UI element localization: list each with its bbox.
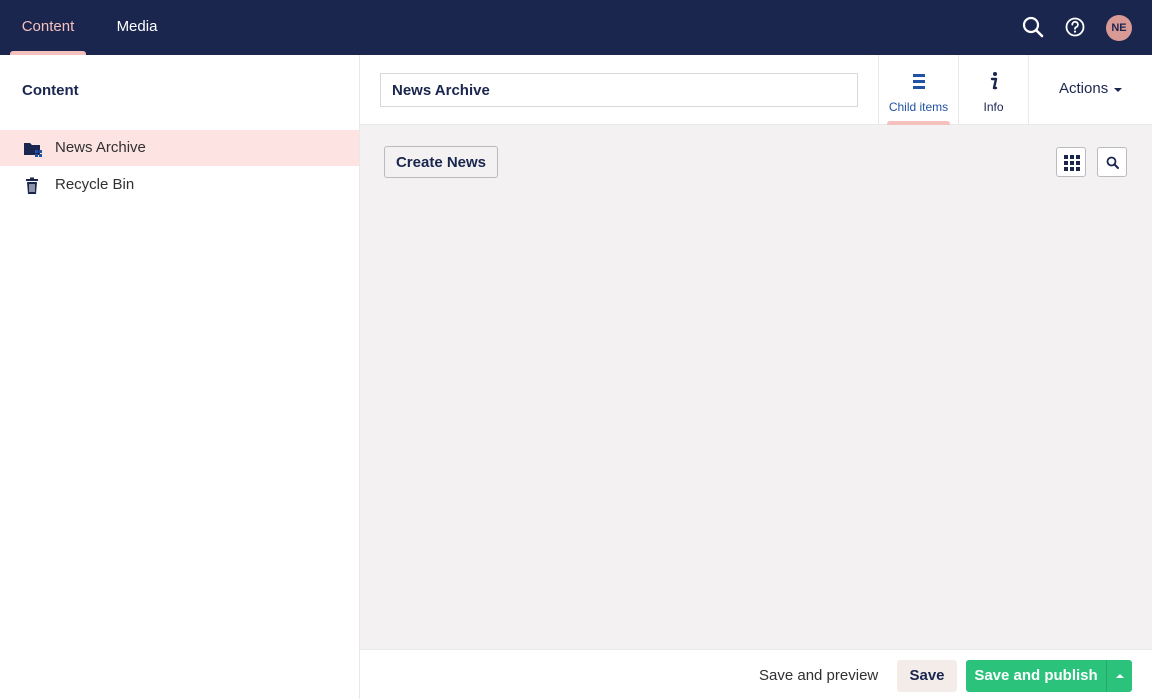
list-view-area: Create News [360,125,1152,649]
tab-info[interactable]: Info [958,55,1028,125]
chevron-down-icon [1114,88,1122,92]
tab-label: Info [983,100,1004,114]
grid-view-button[interactable] [1056,147,1086,177]
section-tab-content[interactable]: Content [10,0,86,55]
tree-item-label: Recycle Bin [55,176,135,193]
sidebar: Content News Archive Recycle Bin [0,55,360,699]
tab-label: Child items [888,100,949,114]
help-icon[interactable] [1062,14,1088,40]
chevron-up-icon [1116,674,1124,678]
sidebar-title[interactable]: Content [22,82,79,99]
folder-icon [23,140,42,158]
trash-icon [23,177,41,195]
tree-item-recycle-bin[interactable]: Recycle Bin [0,167,359,203]
tree-item-label: News Archive [55,139,146,156]
top-header: Content Media NE [0,0,1152,55]
create-news-button[interactable]: Create News [384,146,498,178]
tree-item-news-archive[interactable]: News Archive [0,130,359,166]
node-name-input[interactable] [380,73,858,107]
editor-header: Child items Info Actions [360,55,1152,125]
publish-options-button[interactable] [1106,660,1132,692]
list-search-button[interactable] [1097,147,1127,177]
editor-footer: Save and preview Save Save and publish [360,649,1152,699]
actions-button[interactable]: Actions [1028,55,1152,125]
save-and-preview-button[interactable]: Save and preview [748,660,889,692]
search-icon[interactable] [1020,14,1046,40]
user-avatar[interactable]: NE [1106,15,1132,41]
actions-label: Actions [1059,80,1109,97]
section-tab-label: Media [116,18,158,35]
info-icon [959,71,1028,91]
section-tab-media[interactable]: Media [104,0,170,55]
tab-child-items[interactable]: Child items [878,55,958,125]
save-and-publish-button[interactable]: Save and publish [966,660,1106,692]
section-tab-label: Content [21,18,75,35]
list-icon [879,71,958,91]
save-button[interactable]: Save [897,660,957,692]
